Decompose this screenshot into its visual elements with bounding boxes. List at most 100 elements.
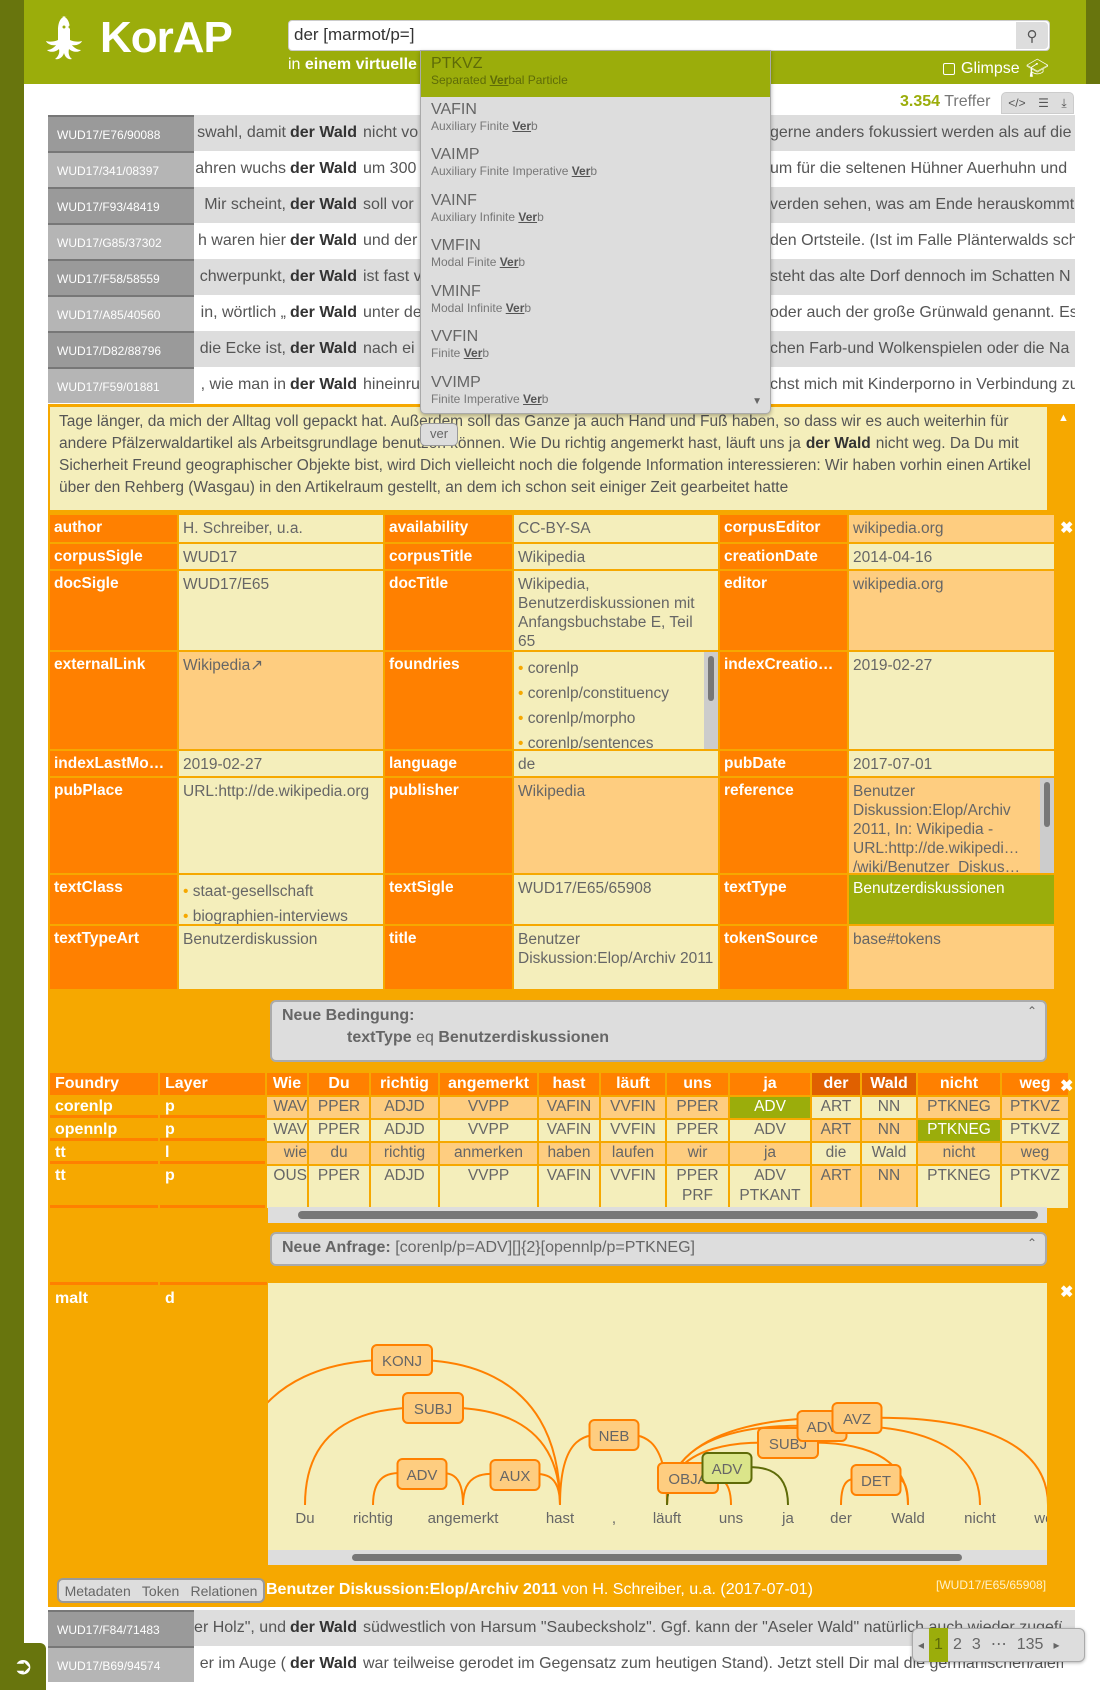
annotation-cell[interactable]: PPER: [309, 1166, 369, 1208]
annotation-cell[interactable]: PTKNEG: [918, 1120, 1000, 1141]
page-3[interactable]: 3: [967, 1628, 986, 1662]
annotation-cell[interactable]: ADJD: [371, 1120, 438, 1141]
condition-operator[interactable]: eq: [416, 1029, 434, 1046]
hint-item-vminf[interactable]: VMINF Modal Infinite Verb: [421, 279, 770, 325]
match-text[interactable]: der Wald: [290, 223, 357, 259]
annotation-cell[interactable]: Wald: [862, 1143, 916, 1164]
annotation-cell[interactable]: anmerken: [440, 1143, 537, 1164]
collapse-arrow-icon[interactable]: ▲: [1058, 412, 1069, 424]
page-2[interactable]: 2: [948, 1628, 967, 1662]
collapse-icon[interactable]: ⌃: [1027, 1004, 1037, 1018]
annotation-cell[interactable]: richtig: [371, 1143, 438, 1164]
annotation-cell[interactable]: ADV PTKANT: [730, 1166, 810, 1208]
scroll-down-arrow-icon[interactable]: ▼: [752, 396, 762, 407]
token-table-scrollbar[interactable]: [268, 1207, 1047, 1223]
prev-page-button[interactable]: ◂: [913, 1628, 929, 1662]
condition-key[interactable]: textType: [347, 1029, 412, 1046]
annotation-cell[interactable]: NN: [862, 1120, 916, 1141]
annotation-cell[interactable]: ADV: [730, 1097, 810, 1118]
annotation-cell[interactable]: ja: [730, 1143, 810, 1164]
match-text[interactable]: der Wald: [290, 1646, 357, 1682]
annotation-cell[interactable]: PPER: [667, 1097, 728, 1118]
annotation-cell[interactable]: VAFIN: [539, 1120, 599, 1141]
hint-item-vvfin[interactable]: VVFIN Finite Verb: [421, 324, 770, 370]
match-text[interactable]: der Wald: [290, 151, 357, 187]
annotation-cell[interactable]: WAV: [267, 1097, 307, 1118]
annotation-cell[interactable]: ADV: [730, 1120, 810, 1141]
annotation-cell[interactable]: NN: [862, 1097, 916, 1118]
annotation-cell[interactable]: ART: [812, 1120, 860, 1141]
relation-label[interactable]: ADV: [396, 1458, 448, 1490]
annotation-cell[interactable]: weg: [1002, 1143, 1068, 1164]
list-icon[interactable]: ☰: [1038, 96, 1049, 110]
annotation-cell[interactable]: VAFIN: [539, 1166, 599, 1208]
annotation-cell[interactable]: haben: [539, 1143, 599, 1164]
annotation-cell[interactable]: PTKNEG: [918, 1097, 1000, 1118]
annotation-cell[interactable]: nicht: [918, 1143, 1000, 1164]
annotation-cell[interactable]: VVPP: [440, 1166, 537, 1208]
collapse-icon[interactable]: ⌃: [1027, 1236, 1037, 1250]
match-text[interactable]: der Wald: [290, 187, 357, 223]
search-button[interactable]: ⚲: [1016, 22, 1048, 49]
annotation-cell[interactable]: ART: [812, 1166, 860, 1208]
download-icon[interactable]: ⤓: [1061, 96, 1066, 111]
hint-item-ptkvz[interactable]: PTKVZ Separated Verbal Particle: [421, 51, 770, 97]
metadata-button[interactable]: Metadaten: [65, 1583, 131, 1599]
annotation-cell[interactable]: PPER: [667, 1120, 728, 1141]
annotation-cell[interactable]: VVFIN: [601, 1120, 665, 1141]
annotation-cell[interactable]: wie: [267, 1143, 307, 1164]
annotation-cell[interactable]: WAV: [267, 1120, 307, 1141]
annotation-cell[interactable]: VVFIN: [601, 1166, 665, 1208]
close-tree-icon[interactable]: ✖: [1060, 1282, 1073, 1302]
annotation-cell[interactable]: laufen: [601, 1143, 665, 1164]
relations-button[interactable]: Relationen: [190, 1583, 257, 1599]
annotation-cell[interactable]: PTKNEG: [918, 1166, 1000, 1208]
annotation-cell[interactable]: PPER PRF: [667, 1166, 728, 1208]
relation-label[interactable]: SUBJ: [402, 1392, 464, 1424]
close-tokens-icon[interactable]: ✖: [1060, 1076, 1073, 1096]
close-metadata-icon[interactable]: ✖: [1060, 518, 1073, 538]
annotation-cell[interactable]: du: [309, 1143, 369, 1164]
tree-scrollbar[interactable]: [268, 1550, 1047, 1565]
glimpse-checkbox[interactable]: [943, 62, 955, 75]
page-last[interactable]: 135: [1012, 1628, 1049, 1662]
annotation-cell[interactable]: die: [812, 1143, 860, 1164]
hint-item-vafin[interactable]: VAFIN Auxiliary Finite Verb: [421, 97, 770, 143]
match-text[interactable]: der Wald: [290, 115, 357, 151]
code-icon[interactable]: </>: [1008, 96, 1025, 110]
reference-scrollbar[interactable]: [1040, 778, 1054, 873]
hint-item-vvimp[interactable]: VVIMP Finite Imperative Verb: [421, 370, 770, 414]
virtual-corpus-selector[interactable]: in einem virtuelle: [288, 56, 417, 74]
login-icon[interactable]: ➲: [0, 1643, 46, 1690]
relation-label[interactable]: KONJ: [371, 1344, 433, 1376]
tutorial-hat-icon[interactable]: 🎓︎: [1026, 58, 1049, 79]
annotation-cell[interactable]: PPER: [309, 1097, 369, 1118]
match-text[interactable]: der Wald: [290, 367, 357, 403]
hint-item-vainf[interactable]: VAINF Auxiliary Infinite Verb: [421, 188, 770, 234]
annotation-cell[interactable]: VVPP: [440, 1097, 537, 1118]
hint-item-vmfin[interactable]: VMFIN Modal Finite Verb: [421, 233, 770, 279]
foundries-scrollbar[interactable]: [704, 652, 718, 749]
annotation-cell[interactable]: OUS: [267, 1166, 307, 1208]
next-page-button[interactable]: ▸: [1048, 1628, 1064, 1662]
annotation-cell[interactable]: ART: [812, 1097, 860, 1118]
annotation-cell[interactable]: NN: [862, 1166, 916, 1208]
metadata-value-text[interactable]: Wikipedia: [183, 657, 250, 674]
annotation-cell[interactable]: VVPP: [440, 1120, 537, 1141]
external-link-icon[interactable]: ↗: [250, 657, 263, 674]
annotation-cell[interactable]: PTKVZ: [1002, 1097, 1068, 1118]
annotation-cell[interactable]: ADJD: [371, 1097, 438, 1118]
relation-label[interactable]: AVZ: [831, 1402, 883, 1434]
relation-label[interactable]: DET: [850, 1464, 902, 1496]
relation-label[interactable]: NEB: [588, 1419, 640, 1451]
relation-label[interactable]: ADV: [701, 1452, 753, 1484]
annotation-cell[interactable]: VVFIN: [601, 1097, 665, 1118]
annotation-cell[interactable]: PPER: [309, 1120, 369, 1141]
page-1[interactable]: 1: [929, 1628, 948, 1662]
annotation-cell[interactable]: PTKVZ: [1002, 1120, 1068, 1141]
match-text[interactable]: der Wald: [290, 295, 357, 331]
glimpse-toggle[interactable]: Glimpse 🎓︎: [943, 58, 1049, 79]
annotation-cell[interactable]: PTKVZ: [1002, 1166, 1068, 1208]
annotation-cell[interactable]: VAFIN: [539, 1097, 599, 1118]
query-input[interactable]: [289, 21, 1009, 49]
